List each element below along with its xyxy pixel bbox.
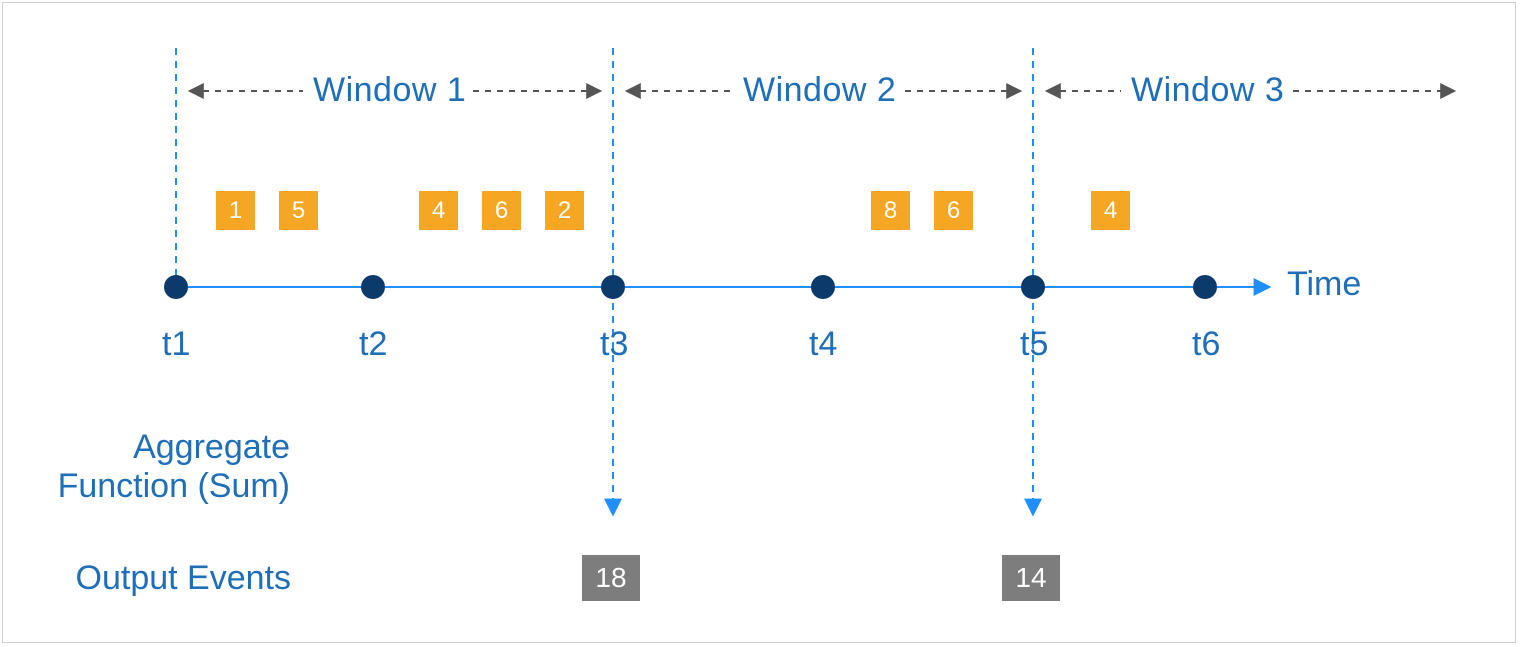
- window-3-label: Window 3: [1131, 71, 1284, 110]
- time-axis-label: Time: [1287, 265, 1361, 304]
- event-box: 6: [482, 191, 521, 230]
- tick-t4: t4: [809, 325, 837, 364]
- tick-t1: t1: [162, 325, 190, 364]
- tick-t5: t5: [1020, 325, 1048, 364]
- event-box: 4: [1091, 191, 1130, 230]
- output-events-label: Output Events: [71, 559, 291, 598]
- diagram-frame: Window 1 Window 2 Window 3 1 5 4 6 2 8 6…: [2, 2, 1516, 643]
- event-box: 8: [871, 191, 910, 230]
- event-box: 6: [934, 191, 973, 230]
- window-2-label: Window 2: [743, 71, 896, 110]
- output-box: 18: [582, 555, 640, 601]
- window-1-label: Window 1: [313, 71, 466, 110]
- event-box: 4: [419, 191, 458, 230]
- event-box: 1: [216, 191, 255, 230]
- output-box: 14: [1002, 555, 1060, 601]
- tick-t3: t3: [600, 325, 628, 364]
- aggregate-line1: Aggregate: [133, 428, 290, 466]
- event-box: 5: [279, 191, 318, 230]
- tick-t6: t6: [1192, 325, 1220, 364]
- aggregate-line2: Function (Sum): [58, 467, 290, 505]
- aggregate-function-label: Aggregate Function (Sum): [48, 428, 290, 506]
- event-box: 2: [545, 191, 584, 230]
- tick-t2: t2: [359, 325, 387, 364]
